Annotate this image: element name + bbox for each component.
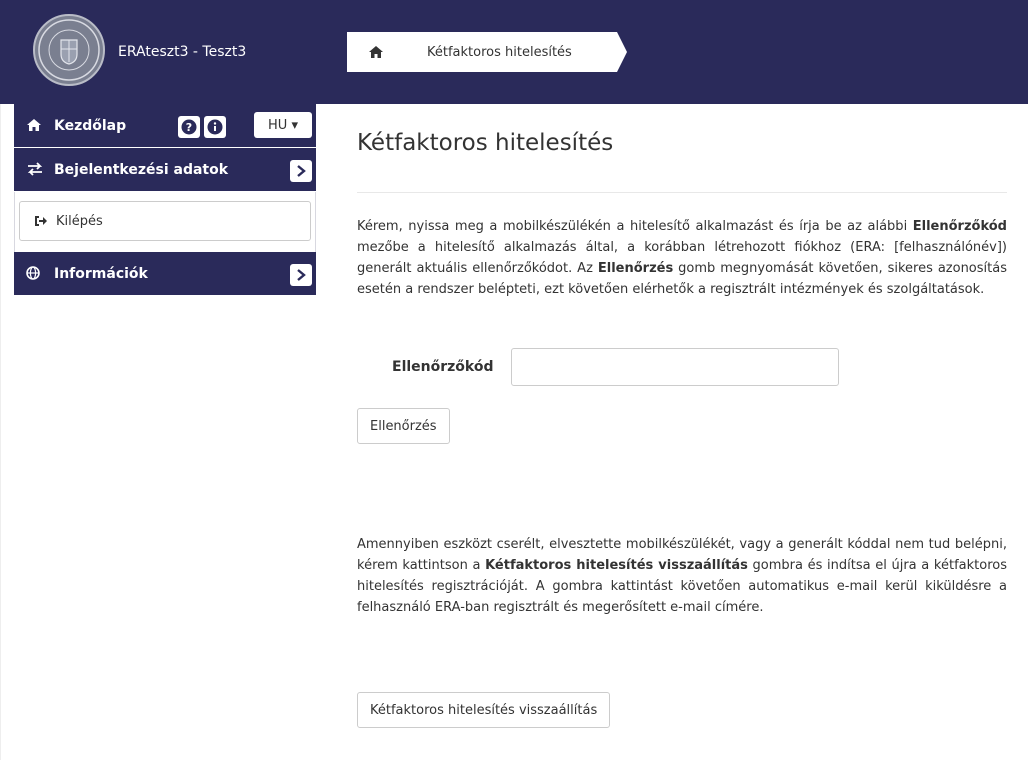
breadcrumb-current: Kétfaktoros hitelesítés xyxy=(405,32,627,72)
instructions-bold-code: Ellenőrzőkód xyxy=(912,219,1007,234)
reset-info-bold: Kétfaktoros hitelesítés visszaállítás xyxy=(485,558,748,573)
logout-label: Kilépés xyxy=(56,213,103,229)
language-dropdown[interactable]: HU ▾ xyxy=(254,112,312,138)
sidebar-item-information[interactable]: Információk xyxy=(14,252,316,296)
sidebar: Kezdőlap ? HU ▾ Bejelentkezési adatok Ki… xyxy=(14,104,316,296)
info-circle-icon xyxy=(207,119,223,135)
question-circle-icon: ? xyxy=(181,119,197,135)
breadcrumb: Kétfaktoros hitelesítés xyxy=(347,32,627,72)
sign-out-icon xyxy=(34,215,48,227)
expand-button[interactable] xyxy=(290,160,312,182)
title-divider xyxy=(357,192,1007,193)
verification-code-label: Ellenőrzőkód xyxy=(392,359,494,375)
exchange-arrows-icon xyxy=(26,161,44,178)
home-icon xyxy=(368,45,384,59)
home-icon xyxy=(26,118,44,134)
sidebar-item-label: Információk xyxy=(54,265,148,282)
sidebar-item-label: Bejelentkezési adatok xyxy=(54,161,229,178)
info-button[interactable] xyxy=(204,116,226,138)
sidebar-item-login-data[interactable]: Bejelentkezési adatok xyxy=(14,148,316,192)
reset-two-factor-button[interactable]: Kétfaktoros hitelesítés visszaállítás xyxy=(357,692,611,728)
breadcrumb-home[interactable] xyxy=(347,32,415,72)
chevron-right-icon xyxy=(297,165,306,177)
top-header-bar: ERAteszt3 - Teszt3 Kétfaktoros hitelesít… xyxy=(0,0,1028,104)
sidebar-submenu: Kilépés xyxy=(14,192,316,252)
expand-button[interactable] xyxy=(290,264,312,286)
verification-code-input[interactable] xyxy=(511,348,839,386)
verify-button[interactable]: Ellenőrzés xyxy=(357,408,450,444)
svg-text:?: ? xyxy=(186,121,192,134)
logged-in-user: ERAteszt3 - Teszt3 xyxy=(118,44,247,60)
logout-link[interactable]: Kilépés xyxy=(19,201,311,241)
bank-seal-logo xyxy=(33,14,105,86)
globe-icon xyxy=(26,265,44,282)
instructions-part: Kérem, nyissa meg a mobilkészülékén a hi… xyxy=(357,219,913,234)
help-button[interactable]: ? xyxy=(178,116,200,138)
instructions-text: Kérem, nyissa meg a mobilkészülékén a hi… xyxy=(357,216,1007,300)
instructions-bold-verify: Ellenőrzés xyxy=(597,261,674,276)
sidebar-item-label: Kezdőlap xyxy=(54,117,127,134)
page-title: Kétfaktoros hitelesítés xyxy=(357,130,614,156)
page-left-border xyxy=(0,104,1,760)
verification-code-row: Ellenőrzőkód xyxy=(357,348,1007,390)
chevron-right-icon xyxy=(297,269,306,281)
sidebar-item-home[interactable]: Kezdőlap ? HU ▾ xyxy=(14,104,316,148)
reset-info-text: Amennyiben eszközt cserélt, elvesztette … xyxy=(357,534,1007,618)
